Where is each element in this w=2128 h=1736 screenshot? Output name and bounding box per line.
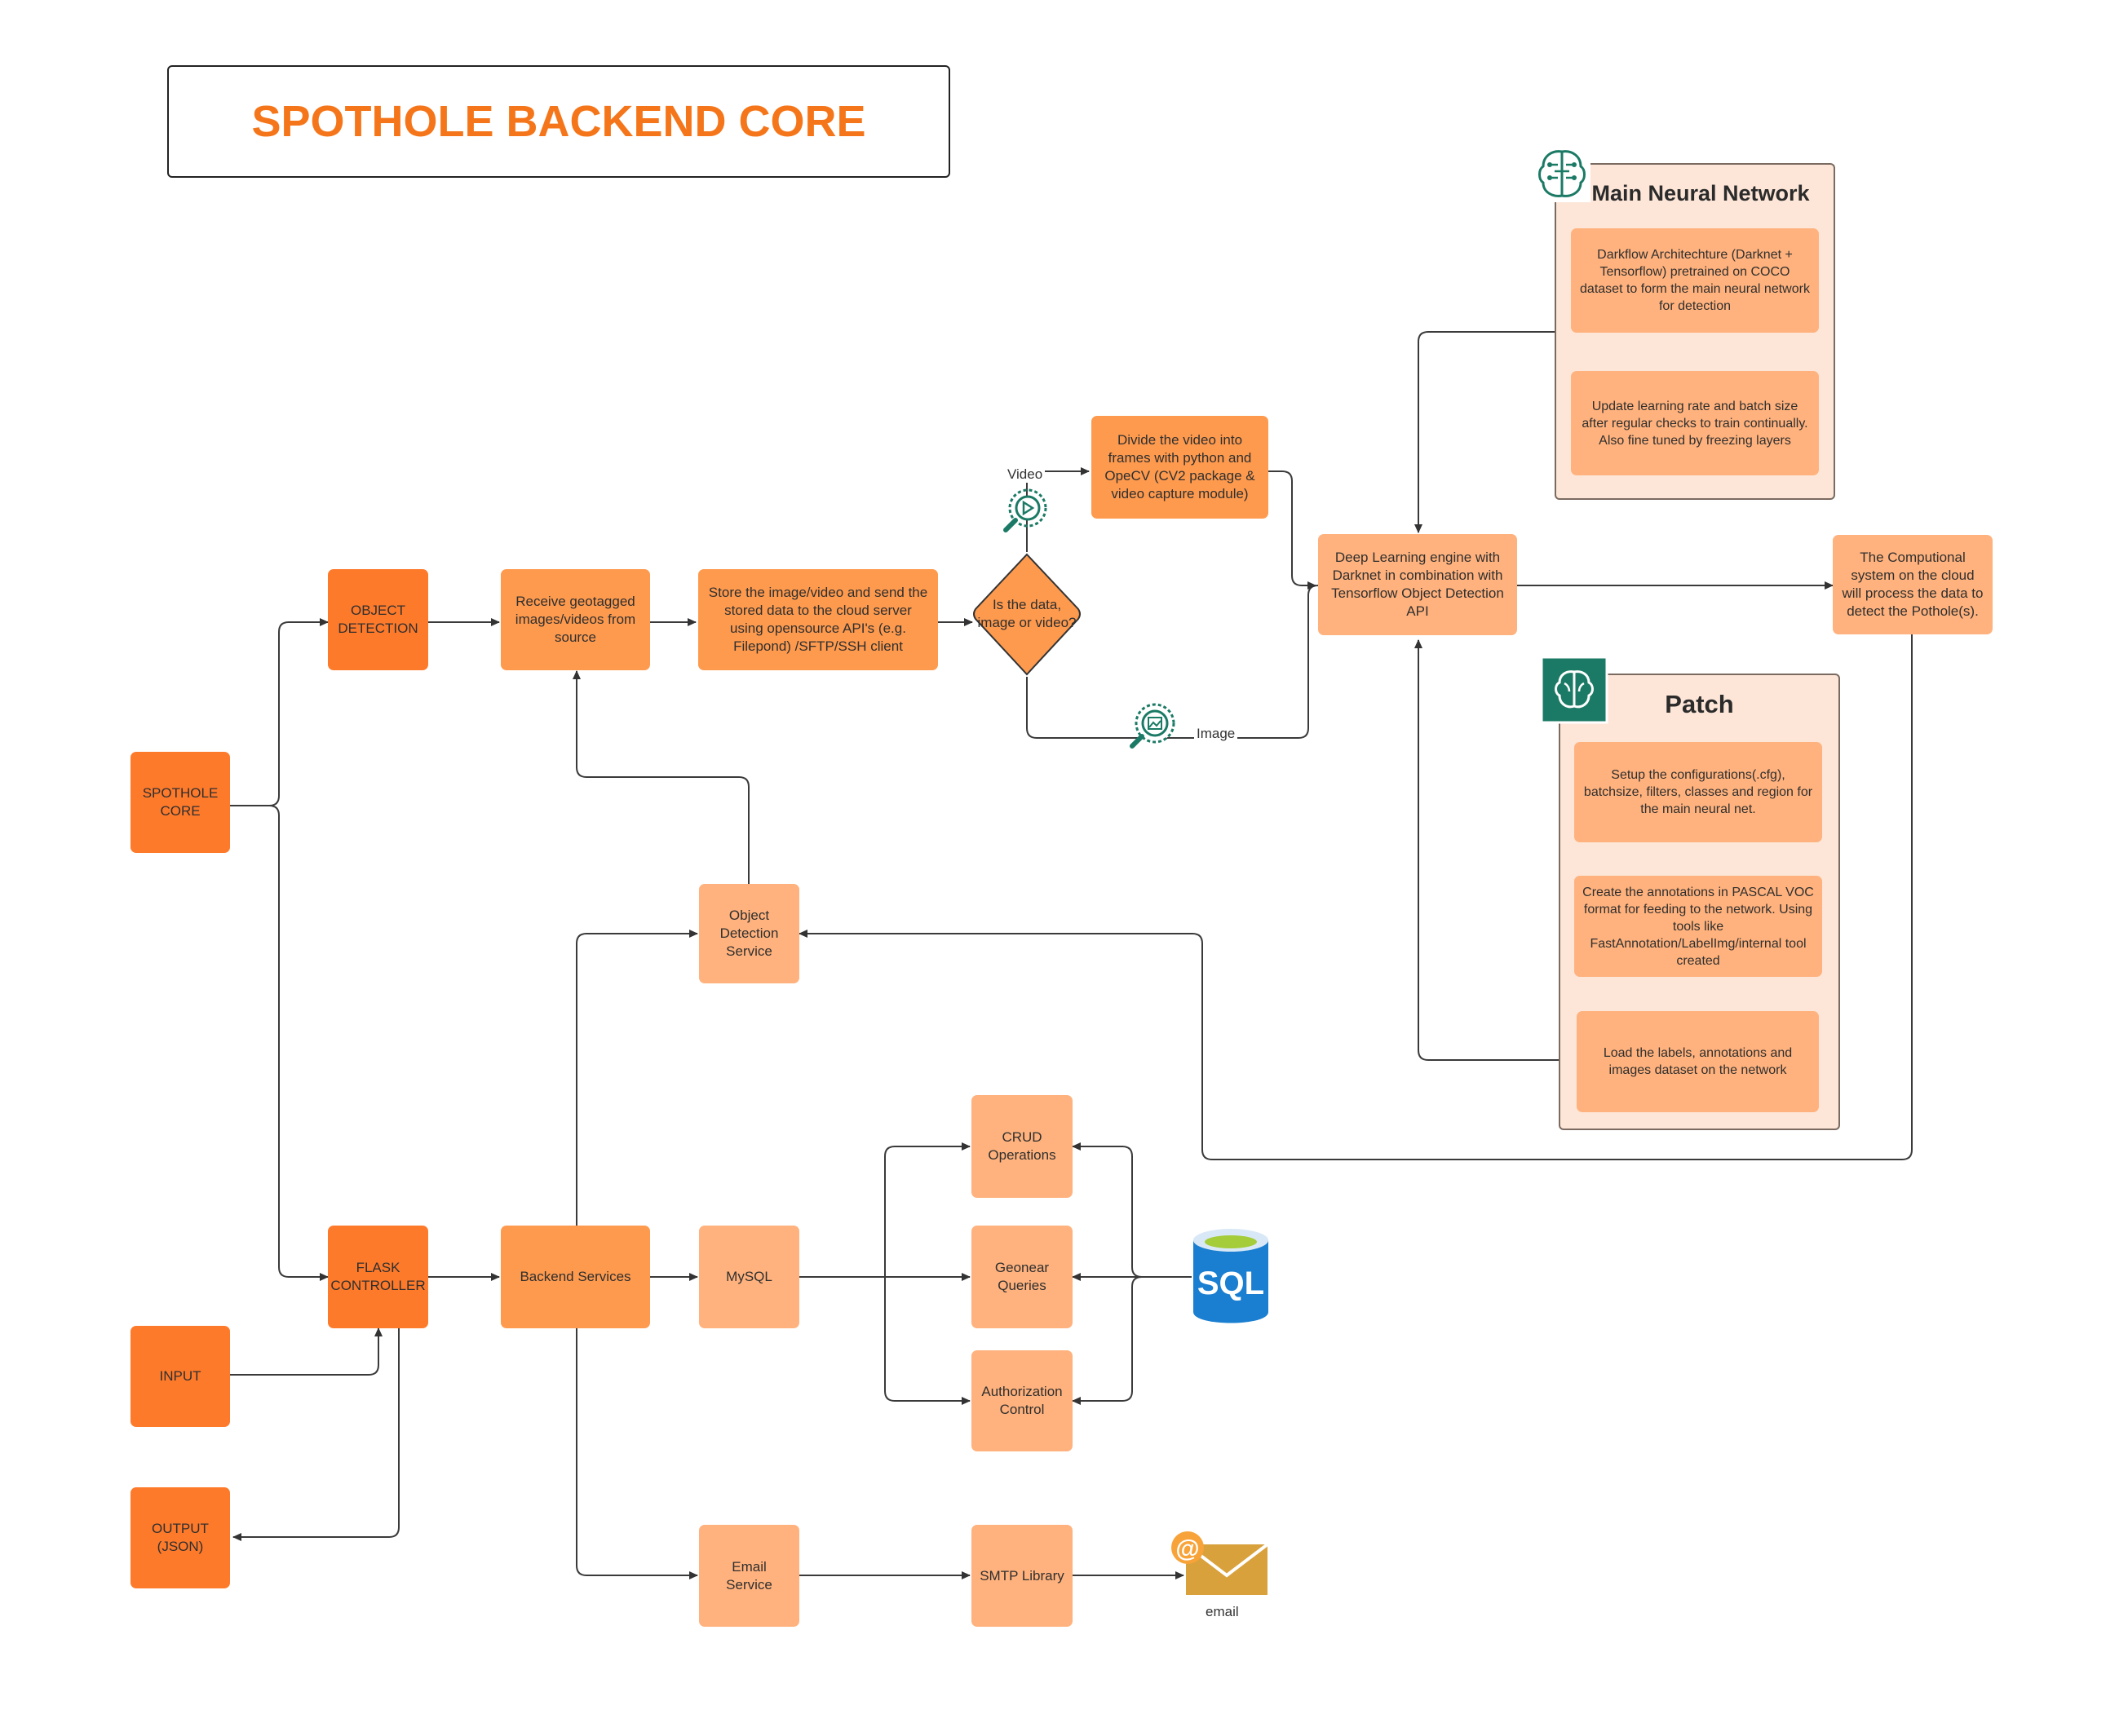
dl-engine-node[interactable]: Deep Learning engine with Darknet in com… — [1318, 534, 1517, 635]
receive-node[interactable]: Receive geotagged images/videos from sou… — [501, 569, 650, 670]
smtp-label: SMTP Library — [980, 1567, 1064, 1584]
edge-mainnn-to-engine — [1414, 331, 1555, 533]
divide-video-label: Divide the video into frames with python… — [1104, 432, 1255, 501]
crud-label: CRUD Operations — [988, 1129, 1056, 1163]
video-edge-label: Video — [1005, 466, 1046, 483]
mnn-step-1-label: Darkflow Architechture (Darknet + Tensor… — [1580, 248, 1810, 313]
edge-divide-to-engine — [1268, 470, 1316, 590]
input-node[interactable]: INPUT — [131, 1326, 230, 1427]
authorization-node[interactable]: Authorization Control — [971, 1350, 1073, 1451]
patch-step-2-label: Create the annotations in PASCAL VOC for… — [1582, 885, 1814, 968]
output-node[interactable]: OUTPUT (JSON) — [131, 1487, 230, 1588]
email-icon-label: email — [1203, 1604, 1241, 1620]
sql-icon-text: SQL — [1197, 1266, 1264, 1301]
email-envelope-icon: @ — [1171, 1531, 1269, 1595]
edge-flask-to-output — [232, 1328, 400, 1541]
edge-sql-auth — [1072, 1276, 1192, 1405]
object-detection-label: OBJECT DETECTION — [338, 603, 418, 636]
main-neural-network-title: Main Neural Network — [1591, 181, 1810, 205]
mnn-step-2[interactable]: Update learning rate and batch size afte… — [1571, 371, 1819, 475]
edge-ods-to-receive — [573, 670, 750, 884]
patch-step-2[interactable]: Create the annotations in PASCAL VOC for… — [1574, 876, 1822, 977]
image-edge-label: Image — [1194, 726, 1238, 742]
object-detection-service-label: Object Detection Service — [719, 908, 779, 959]
store-node[interactable]: Store the image/video and send the store… — [698, 569, 938, 670]
output-label: OUTPUT (JSON) — [152, 1521, 209, 1554]
video-search-icon — [1003, 488, 1047, 532]
email-at-text: @ — [1175, 1535, 1199, 1562]
edge-mysql-auth — [884, 1277, 971, 1405]
authorization-label: Authorization Control — [981, 1384, 1063, 1417]
smtp-node[interactable]: SMTP Library — [971, 1525, 1073, 1627]
receive-label: Receive geotagged images/videos from sou… — [515, 594, 636, 645]
email-service-label: Email Service — [726, 1558, 772, 1592]
mysql-node[interactable]: MySQL — [699, 1226, 799, 1328]
computational-node[interactable]: The Computional system on the cloud will… — [1833, 535, 1993, 634]
edge-mysql-crud — [884, 1142, 971, 1277]
edge-input-to-flask — [230, 1327, 383, 1376]
flask-controller-node[interactable]: FLASK CONTROLLER — [328, 1226, 428, 1328]
email-service-node[interactable]: Email Service — [699, 1525, 799, 1627]
computational-label: The Computional system on the cloud will… — [1842, 550, 1984, 619]
edge-core-to-detection — [230, 618, 329, 806]
edge-backend-to-ods — [573, 930, 698, 1234]
title-box: SPOTHOLE BACKEND CORE — [167, 65, 950, 178]
patch-step-3[interactable]: Load the labels, annotations and images … — [1577, 1011, 1819, 1112]
edge-backend-email — [573, 1320, 698, 1579]
object-detection-node[interactable]: OBJECT DETECTION — [328, 569, 428, 670]
spothole-core-label: SPOTHOLE CORE — [142, 785, 219, 819]
patch-step-3-label: Load the labels, annotations and images … — [1603, 1046, 1793, 1077]
divide-video-node[interactable]: Divide the video into frames with python… — [1091, 416, 1268, 519]
crud-node[interactable]: CRUD Operations — [971, 1095, 1073, 1198]
backend-services-node[interactable]: Backend Services — [501, 1226, 650, 1328]
dl-engine-label: Deep Learning engine with Darknet in com… — [1331, 550, 1504, 619]
brain-icon — [1540, 656, 1608, 724]
backend-services-label: Backend Services — [520, 1269, 631, 1284]
geonear-node[interactable]: Geonear Queries — [971, 1226, 1073, 1328]
decision-label-box: Is the data, image or video? — [976, 581, 1078, 647]
mysql-label: MySQL — [726, 1269, 772, 1284]
sql-database-icon: SQL — [1193, 1229, 1268, 1323]
mnn-step-1[interactable]: Darkflow Architechture (Darknet + Tensor… — [1571, 228, 1819, 333]
object-detection-service-node[interactable]: Object Detection Service — [699, 884, 799, 983]
page-title: SPOTHOLE BACKEND CORE — [251, 97, 866, 146]
store-label: Store the image/video and send the store… — [708, 585, 928, 654]
edge-core-to-flask — [230, 805, 329, 1281]
spothole-core-node[interactable]: SPOTHOLE CORE — [131, 752, 230, 853]
input-label: INPUT — [159, 1368, 201, 1384]
patch-step-1-label: Setup the configurations(.cfg), batchsiz… — [1583, 768, 1813, 816]
image-search-icon — [1130, 703, 1175, 749]
decision-label: Is the data, image or video? — [977, 597, 1077, 630]
mnn-step-2-label: Update learning rate and batch size afte… — [1582, 399, 1808, 448]
edge-sql-crud — [1072, 1142, 1192, 1278]
geonear-label: Geonear Queries — [994, 1260, 1050, 1293]
flask-controller-label: FLASK CONTROLLER — [330, 1260, 426, 1293]
brain-circuit-icon — [1533, 145, 1590, 202]
patch-step-1[interactable]: Setup the configurations(.cfg), batchsiz… — [1574, 742, 1822, 842]
